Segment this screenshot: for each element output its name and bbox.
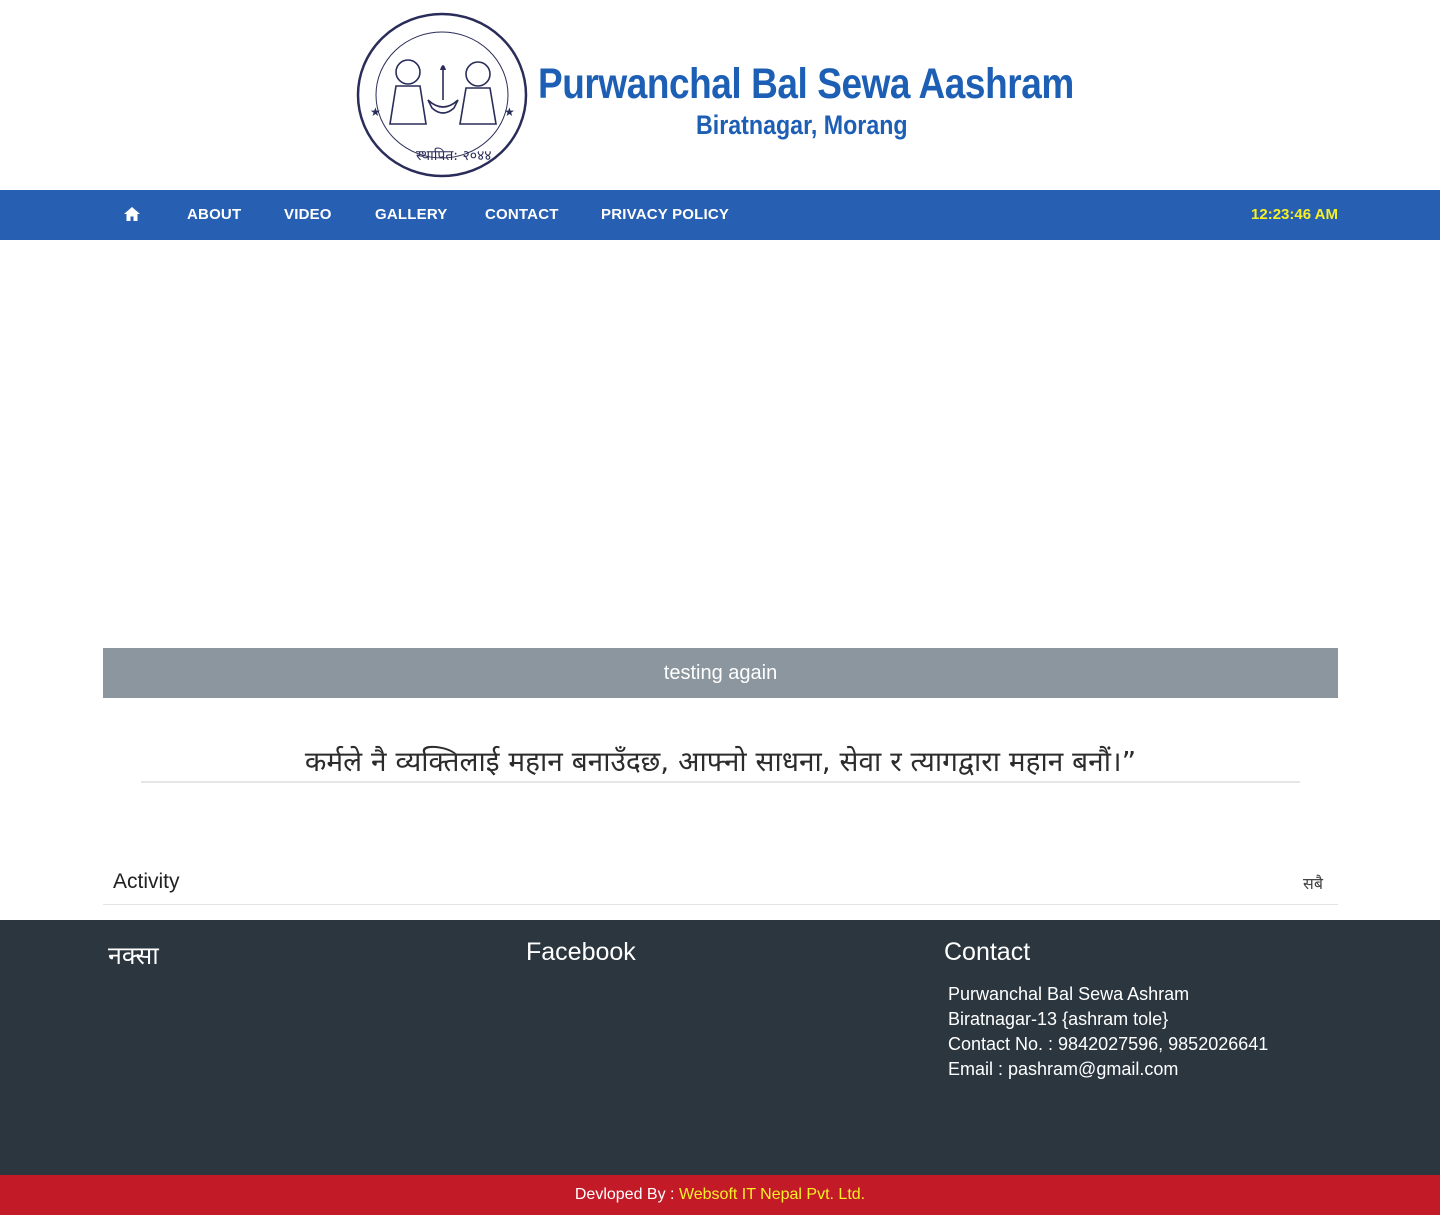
- contact-phone: Contact No. : 9842027596, 9852026641: [948, 1034, 1269, 1054]
- brand-subtitle: Biratnagar, Morang: [696, 110, 908, 140]
- nav-about[interactable]: ABOUT: [187, 190, 241, 240]
- developer-link[interactable]: Websoft IT Nepal Pvt. Ltd.: [679, 1186, 865, 1203]
- activity-view-all-link[interactable]: सबै: [1303, 872, 1323, 894]
- nav-privacy-policy[interactable]: PRIVACY POLICY: [601, 190, 729, 240]
- seal-text-bottom: स्थापित: २०४४: [416, 147, 492, 164]
- contact-email: Email : pashram@gmail.com: [948, 1059, 1179, 1079]
- nav-home[interactable]: [124, 190, 142, 240]
- main-navbar: ABOUT VIDEO GALLERY CONTACT PRIVACY POLI…: [0, 190, 1440, 240]
- nav-gallery[interactable]: GALLERY: [375, 190, 448, 240]
- developer-credit-prefix: Devloped By :: [574, 1186, 679, 1203]
- nav-video[interactable]: VIDEO: [284, 190, 332, 240]
- site-logo[interactable]: स्थापित: २०४४ ★ ★ Purwanchal Bal Sewa Aa…: [356, 12, 1078, 180]
- site-footer: नक्सा Facebook Contact Purwanchal Bal Se…: [0, 920, 1440, 1175]
- footer-contact-info: Purwanchal Bal Sewa Ashram Biratnagar-13…: [948, 982, 1268, 1082]
- activity-title: Activity: [113, 870, 180, 893]
- svg-text:★: ★: [504, 105, 515, 119]
- nav-contact[interactable]: CONTACT: [485, 190, 559, 240]
- footer-map-title: नक्सा: [108, 942, 159, 970]
- site-header: स्थापित: २०४४ ★ ★ Purwanchal Bal Sewa Aa…: [0, 0, 1440, 190]
- notice-banner: testing again: [103, 648, 1338, 698]
- ashram-seal-logo: स्थापित: २०४४ ★ ★: [356, 12, 528, 178]
- footer-contact-title: Contact: [944, 938, 1031, 966]
- developer-credit-bar: Devloped By : Websoft IT Nepal Pvt. Ltd.: [0, 1175, 1440, 1215]
- contact-address: Biratnagar-13 {ashram tole}: [948, 1009, 1169, 1029]
- svg-text:★: ★: [370, 105, 381, 119]
- contact-org-name: Purwanchal Bal Sewa Ashram: [948, 984, 1190, 1004]
- brand-title: Purwanchal Bal Sewa Aashram: [538, 60, 1074, 108]
- nav-clock: 12:23:46 AM: [1251, 206, 1338, 223]
- home-icon: [124, 207, 140, 221]
- activity-section-header: Activity सबै: [103, 862, 1338, 905]
- motto-quote: कर्मले नै व्यक्तिलाई महान बनाउँदछ, आफ्नो…: [141, 738, 1300, 783]
- footer-facebook-title: Facebook: [526, 938, 636, 966]
